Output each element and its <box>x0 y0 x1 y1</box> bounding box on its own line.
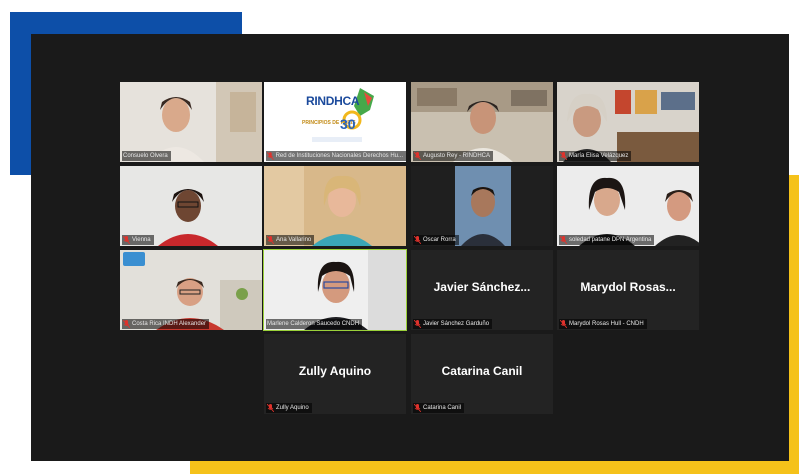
video-call-window: Consuelo Olvera RINDHCA PRINCIPIOS DE PA… <box>31 34 789 461</box>
participant-nametag: Red de Instituciones Nacionales Derechos… <box>266 151 406 161</box>
video-tile-costa-rica-indh[interactable]: Costa Rica INDH Alexander <box>120 250 262 330</box>
video-tile-vienna[interactable]: Vienna <box>120 166 262 246</box>
participant-nametag: Costa Rica INDH Alexander <box>122 319 210 329</box>
participant-name: Consuelo Olvera <box>123 153 168 159</box>
mic-muted-icon <box>123 236 130 244</box>
participant-video <box>411 166 553 246</box>
mic-muted-icon <box>267 236 274 244</box>
video-tile-augusto-rey[interactable]: Augusto Rey - RINDHCA <box>411 82 553 162</box>
logo-title: RINDHCA <box>306 94 360 108</box>
participant-name: Red de Instituciones Nacionales Derechos… <box>275 153 403 159</box>
participant-display-name: Marydol Rosas... <box>580 280 676 294</box>
mic-muted-icon <box>414 152 421 160</box>
mic-muted-icon <box>560 152 567 160</box>
participant-nametag: soledad patane DPN Argentina <box>559 235 655 245</box>
participant-name: María Elisa Velázquez <box>569 153 629 159</box>
video-tile-red-de-instituciones[interactable]: RINDHCA PRINCIPIOS DE PARIS 30 Red de In… <box>264 82 406 162</box>
participant-nametag: Zully Aquino <box>266 403 312 413</box>
video-tile-maria-elisa-velazquez[interactable]: María Elisa Velázquez <box>557 82 699 162</box>
participant-nametag: Catarina Canil <box>413 403 465 413</box>
video-tile-marlene-calderon-active-speaker[interactable]: Marlene Calderon Saucedo CNDH <box>263 249 407 331</box>
participant-name: Catarina Canil <box>423 405 462 411</box>
participant-display-name: Javier Sánchez... <box>433 280 531 294</box>
video-tile-catarina-canil[interactable]: Catarina Canil Catarina Canil <box>411 334 553 414</box>
video-tile-zully-aquino[interactable]: Zully Aquino Zully Aquino <box>264 334 406 414</box>
video-tile-soledad-patane[interactable]: soledad patane DPN Argentina <box>557 166 699 246</box>
mic-muted-icon <box>267 152 274 160</box>
participant-name: Ana Vallarino <box>276 237 312 243</box>
participant-name: Marydol Rosas Hull - CNDH <box>569 321 644 327</box>
logo-number: 30 <box>340 116 356 132</box>
participant-nametag: Consuelo Olvera <box>122 151 171 161</box>
video-tile-javier-sanchez[interactable]: Javier Sánchez... Javier Sánchez Garduño <box>411 250 553 330</box>
participant-video <box>411 82 553 162</box>
participant-video <box>120 166 262 246</box>
participant-nametag: Marlene Calderon Saucedo CNDH <box>266 319 363 329</box>
video-tile-consuelo-olvera[interactable]: Consuelo Olvera <box>120 82 262 162</box>
organization-logo-chip <box>123 252 145 266</box>
participant-name: Zully Aquino <box>276 405 309 411</box>
participant-name: soledad patane DPN Argentina <box>569 237 652 243</box>
participant-nametag: Ana Vallarino <box>266 235 315 245</box>
participant-video <box>264 166 406 246</box>
participant-name: Marlene Calderon Saucedo CNDH <box>267 321 360 327</box>
participant-nametag: Marydol Rosas Hull - CNDH <box>559 319 647 329</box>
video-tile-oscar-rorra[interactable]: Oscar Rorra <box>411 166 553 246</box>
participant-name: Vienna <box>132 237 151 243</box>
participant-display-name: Catarina Canil <box>441 364 523 378</box>
participant-display-name: Zully Aquino <box>298 364 372 378</box>
mic-muted-icon <box>560 236 567 244</box>
mic-muted-icon <box>267 404 274 412</box>
participant-nametag: María Elisa Velázquez <box>559 151 632 161</box>
participant-name: Oscar Rorra <box>423 237 456 243</box>
participant-video <box>557 82 699 162</box>
participant-video <box>264 250 406 330</box>
mic-muted-icon <box>414 236 421 244</box>
mic-muted-icon <box>560 320 567 328</box>
mic-muted-icon <box>123 320 130 328</box>
participant-video <box>120 82 262 162</box>
video-tile-marydol-rosas[interactable]: Marydol Rosas... Marydol Rosas Hull - CN… <box>557 250 699 330</box>
participant-nametag: Javier Sánchez Garduño <box>413 319 493 329</box>
mic-muted-icon <box>414 404 421 412</box>
participant-nametag: Oscar Rorra <box>413 235 459 245</box>
participant-video <box>557 166 699 246</box>
participant-name: Augusto Rey - RINDHCA <box>423 153 491 159</box>
participant-name: Javier Sánchez Garduño <box>423 321 490 327</box>
mic-muted-icon <box>414 320 421 328</box>
video-tile-ana-vallarino[interactable]: Ana Vallarino <box>264 166 406 246</box>
participant-nametag: Augusto Rey - RINDHCA <box>413 151 494 161</box>
participant-nametag: Vienna <box>122 235 154 245</box>
participant-name: Costa Rica INDH Alexander <box>132 321 207 327</box>
